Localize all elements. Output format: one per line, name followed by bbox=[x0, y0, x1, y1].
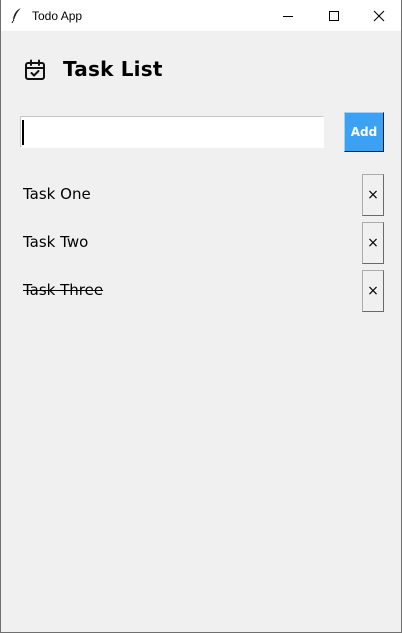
list-item: Task One × bbox=[1, 172, 401, 220]
task-label[interactable]: Task Two bbox=[23, 231, 88, 253]
maximize-icon bbox=[329, 10, 339, 21]
task-list: Task One × Task Two × Task Three × bbox=[1, 172, 401, 316]
app-window: Todo App Task List Add Task One × Task T… bbox=[0, 0, 402, 633]
delete-task-button[interactable]: × bbox=[362, 174, 384, 216]
task-label-completed[interactable]: Task Three bbox=[23, 279, 103, 301]
list-item: Task Two × bbox=[1, 220, 401, 268]
maximize-button[interactable] bbox=[311, 0, 357, 31]
feather-icon bbox=[11, 7, 22, 23]
delete-task-button[interactable]: × bbox=[362, 222, 384, 264]
delete-task-button[interactable]: × bbox=[362, 270, 384, 312]
task-label[interactable]: Task One bbox=[23, 183, 91, 205]
window-title: Todo App bbox=[32, 9, 83, 23]
close-button[interactable] bbox=[356, 0, 402, 31]
close-icon bbox=[373, 10, 385, 21]
list-item: Task Three × bbox=[1, 268, 401, 316]
page-title: Task List bbox=[63, 57, 163, 81]
task-input[interactable] bbox=[20, 116, 324, 148]
text-caret bbox=[22, 120, 24, 145]
title-bar[interactable]: Todo App bbox=[1, 0, 401, 31]
minimize-icon bbox=[283, 15, 293, 17]
calendar-check-icon bbox=[25, 59, 45, 80]
add-button[interactable]: Add bbox=[344, 112, 384, 152]
minimize-button[interactable] bbox=[265, 0, 311, 31]
